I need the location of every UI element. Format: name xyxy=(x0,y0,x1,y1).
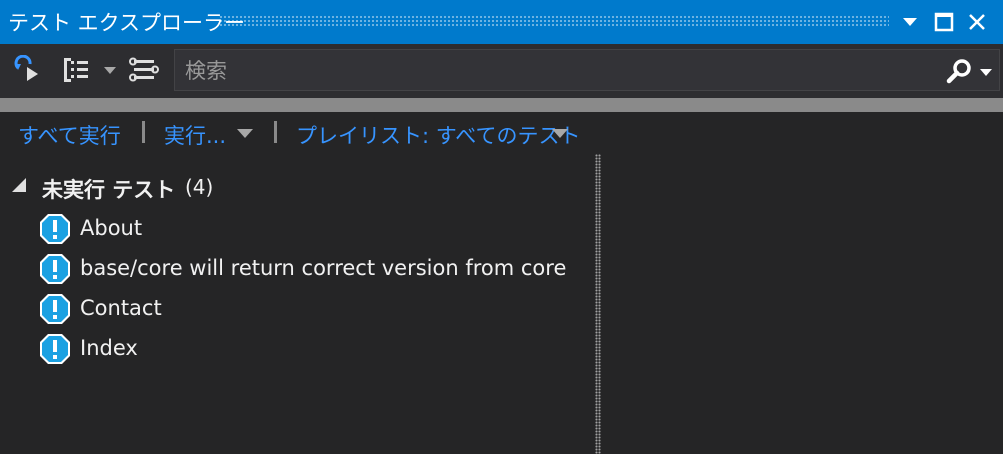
test-name: Contact xyxy=(80,296,162,320)
test-name: Index xyxy=(80,336,138,360)
test-item[interactable]: Index xyxy=(38,330,593,366)
playlist-settings-icon xyxy=(129,57,159,82)
search-button[interactable] xyxy=(945,57,973,85)
test-name: About xyxy=(80,216,143,240)
test-item[interactable]: base/core will return correct version fr… xyxy=(38,250,593,286)
pane-splitter[interactable] xyxy=(595,154,601,454)
command-separator xyxy=(274,121,277,143)
run-dropdown-arrow-icon[interactable] xyxy=(237,129,253,138)
command-separator xyxy=(142,121,145,143)
expand-collapse-icon[interactable] xyxy=(12,178,26,192)
window-position-button[interactable] xyxy=(895,6,925,38)
run-all-link[interactable]: すべて実行 xyxy=(18,120,121,150)
playlist-link[interactable]: プレイリスト: すべてのテスト xyxy=(296,120,580,150)
title-grip[interactable] xyxy=(219,15,889,27)
not-run-warning-icon xyxy=(40,294,70,324)
search-options-dropdown[interactable] xyxy=(979,62,995,78)
window-title: テスト エクスプローラー xyxy=(8,11,246,35)
not-run-warning-icon xyxy=(40,334,70,364)
maximize-button[interactable] xyxy=(929,6,959,38)
group-by-icon xyxy=(64,58,88,82)
run-link[interactable]: 実行... xyxy=(164,120,226,150)
toolbar xyxy=(0,44,1003,98)
run-tests-icon xyxy=(14,55,38,81)
playlist-dropdown-arrow-icon[interactable] xyxy=(552,129,568,138)
group-by-button[interactable] xyxy=(58,54,94,86)
test-group-header[interactable]: 未実行 テスト (4) xyxy=(0,170,590,204)
search-icon xyxy=(946,59,971,84)
playlist-settings-button[interactable] xyxy=(126,54,162,86)
command-bar: すべて実行 実行... プレイリスト: すべてのテスト xyxy=(0,112,1003,154)
not-run-warning-icon xyxy=(40,214,70,244)
test-item[interactable]: About xyxy=(38,210,593,246)
test-name: base/core will return correct version fr… xyxy=(80,256,567,280)
search-input[interactable] xyxy=(183,56,927,86)
search-box xyxy=(174,49,1000,91)
dropdown-arrow-icon xyxy=(104,67,116,74)
not-run-warning-icon xyxy=(40,254,70,284)
close-button[interactable] xyxy=(962,6,992,38)
test-group-label: 未実行 テスト xyxy=(42,178,176,202)
dropdown-arrow-icon xyxy=(980,69,992,76)
dropdown-triangle-icon xyxy=(903,18,917,26)
test-group-count: (4) xyxy=(185,175,214,199)
toolbar-divider xyxy=(0,98,1003,112)
test-item[interactable]: Contact xyxy=(38,290,593,326)
close-icon xyxy=(969,14,985,30)
title-bar: テスト エクスプローラー xyxy=(0,0,1003,44)
group-by-dropdown[interactable] xyxy=(100,54,120,86)
run-tests-button[interactable] xyxy=(10,54,44,86)
maximize-icon xyxy=(934,12,954,32)
